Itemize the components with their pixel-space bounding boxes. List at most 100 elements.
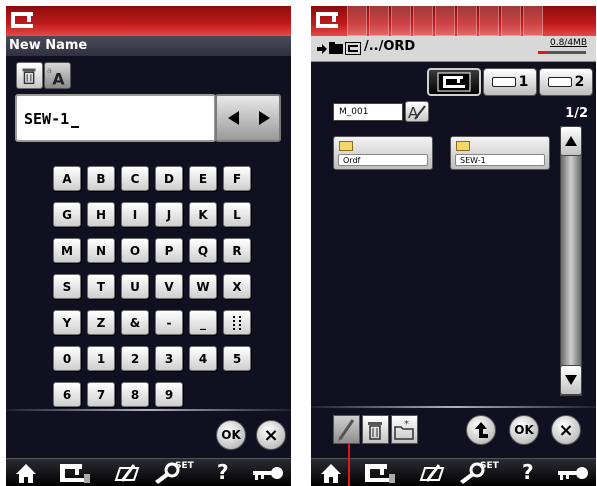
sewing-mode-icon[interactable] — [58, 461, 92, 485]
key-h[interactable]: H — [87, 202, 115, 227]
help-icon[interactable]: ? — [217, 460, 229, 484]
key-c[interactable]: C — [121, 166, 149, 191]
edit-icon[interactable] — [112, 461, 140, 485]
path-bar: /../ORD 0.8/4MB — [311, 36, 596, 62]
key-p[interactable]: P — [155, 238, 183, 263]
key-s[interactable]: S — [53, 274, 81, 299]
key-0[interactable]: 0 — [53, 346, 81, 371]
key-7[interactable]: 7 — [87, 382, 115, 407]
key-icon[interactable] — [251, 461, 285, 485]
key-y[interactable]: Y — [53, 310, 81, 335]
usb-1-button[interactable]: 1 — [483, 68, 537, 96]
mode-tab[interactable] — [391, 6, 411, 36]
key-2[interactable]: 2 — [121, 346, 149, 371]
cursor-arrows — [215, 94, 281, 142]
name-input[interactable]: SEW-1 — [15, 94, 216, 142]
key-k[interactable]: K — [189, 202, 217, 227]
home-icon[interactable] — [14, 461, 38, 485]
key-a[interactable]: A — [53, 166, 81, 191]
memory-bar-fill — [538, 51, 548, 54]
scroll-down-button[interactable] — [560, 365, 582, 395]
divider — [311, 406, 596, 408]
ok-button[interactable]: OK — [509, 415, 539, 445]
search-name-button[interactable]: A — [405, 101, 429, 122]
key-g[interactable]: G — [53, 202, 81, 227]
mode-tabs — [347, 6, 543, 36]
mode-tab[interactable] — [369, 6, 389, 36]
mode-tab[interactable] — [457, 6, 477, 36]
mode-tab[interactable] — [523, 6, 543, 36]
arrow-right-icon — [317, 44, 327, 54]
key-j[interactable]: J — [155, 202, 183, 227]
key-9[interactable]: 9 — [155, 382, 183, 407]
new-folder-button[interactable]: * — [391, 415, 418, 444]
key-m[interactable]: M — [53, 238, 81, 263]
key-v[interactable]: V — [155, 274, 183, 299]
key-5[interactable]: 5 — [223, 346, 251, 371]
key-q[interactable]: Q — [189, 238, 217, 263]
key-t[interactable]: T — [87, 274, 115, 299]
text-cursor — [71, 114, 80, 128]
machine-memory-button[interactable] — [427, 68, 481, 96]
key-6[interactable]: 6 — [53, 382, 81, 407]
key-u[interactable]: U — [121, 274, 149, 299]
key-w[interactable]: W — [189, 274, 217, 299]
mode-tab[interactable] — [479, 6, 499, 36]
key-r[interactable]: R — [223, 238, 251, 263]
key-f[interactable]: F — [223, 166, 251, 191]
key-hyphen[interactable]: - — [155, 310, 183, 335]
character-keypad: A B C D E F G H I J K L M N O P Q R S T … — [53, 166, 251, 407]
key-i[interactable]: I — [121, 202, 149, 227]
key-3[interactable]: 3 — [155, 346, 183, 371]
delete-button[interactable] — [16, 62, 43, 89]
key-e[interactable]: E — [189, 166, 217, 191]
key-8[interactable]: 8 — [121, 382, 149, 407]
left-arrow-icon — [228, 111, 239, 125]
key-n[interactable]: N — [87, 238, 115, 263]
mode-tab[interactable] — [501, 6, 521, 36]
machine-icon — [437, 72, 471, 92]
key-z[interactable]: Z — [87, 310, 115, 335]
key-d[interactable]: D — [155, 166, 183, 191]
key-underscore[interactable]: _ — [189, 310, 217, 335]
folder-item[interactable]: SEW-1 — [450, 136, 550, 170]
machine-icon — [11, 12, 33, 28]
close-button[interactable]: × — [256, 420, 286, 450]
page-indicator: 1/2 — [565, 106, 588, 121]
file-name-field[interactable]: M_001 — [333, 103, 403, 121]
help-icon[interactable]: ? — [522, 460, 534, 484]
key-o[interactable]: O — [121, 238, 149, 263]
home-icon[interactable] — [319, 461, 343, 485]
key-space[interactable] — [223, 310, 251, 335]
up-folder-button[interactable] — [466, 415, 496, 445]
usb-icon — [547, 77, 572, 87]
current-path: /../ORD — [364, 39, 416, 54]
scroll-up-button[interactable] — [560, 126, 582, 156]
rename-button[interactable] — [333, 415, 360, 444]
cursor-left-button[interactable] — [220, 100, 248, 136]
page-title: New Name — [6, 36, 291, 56]
delete-button[interactable] — [362, 415, 389, 444]
ok-button[interactable]: OK — [216, 420, 246, 450]
font-toggle-button[interactable]: a A — [44, 62, 71, 89]
usb-2-button[interactable]: 2 — [539, 68, 593, 96]
key-b[interactable]: B — [87, 166, 115, 191]
key-x[interactable]: X — [223, 274, 251, 299]
key-icon[interactable] — [556, 461, 590, 485]
new-name-screen: New Name a A SEW-1 A B C D E F G H I J K — [6, 6, 291, 486]
key-1[interactable]: 1 — [87, 346, 115, 371]
key-4[interactable]: 4 — [189, 346, 217, 371]
mode-tab[interactable] — [435, 6, 455, 36]
sewing-mode-icon[interactable] — [363, 461, 397, 485]
edit-icon[interactable] — [417, 461, 445, 485]
settings-set-label: SET — [175, 461, 194, 471]
mode-tab[interactable] — [413, 6, 433, 36]
scrollbar-track[interactable] — [560, 126, 582, 396]
key-l[interactable]: L — [223, 202, 251, 227]
mode-tab[interactable] — [347, 6, 367, 36]
bottom-nav-bar: SET ? — [311, 458, 596, 486]
folder-item[interactable]: Ordf — [333, 136, 433, 170]
key-ampersand[interactable]: & — [121, 310, 149, 335]
cursor-right-button[interactable] — [250, 100, 278, 136]
close-button[interactable]: × — [551, 415, 581, 445]
